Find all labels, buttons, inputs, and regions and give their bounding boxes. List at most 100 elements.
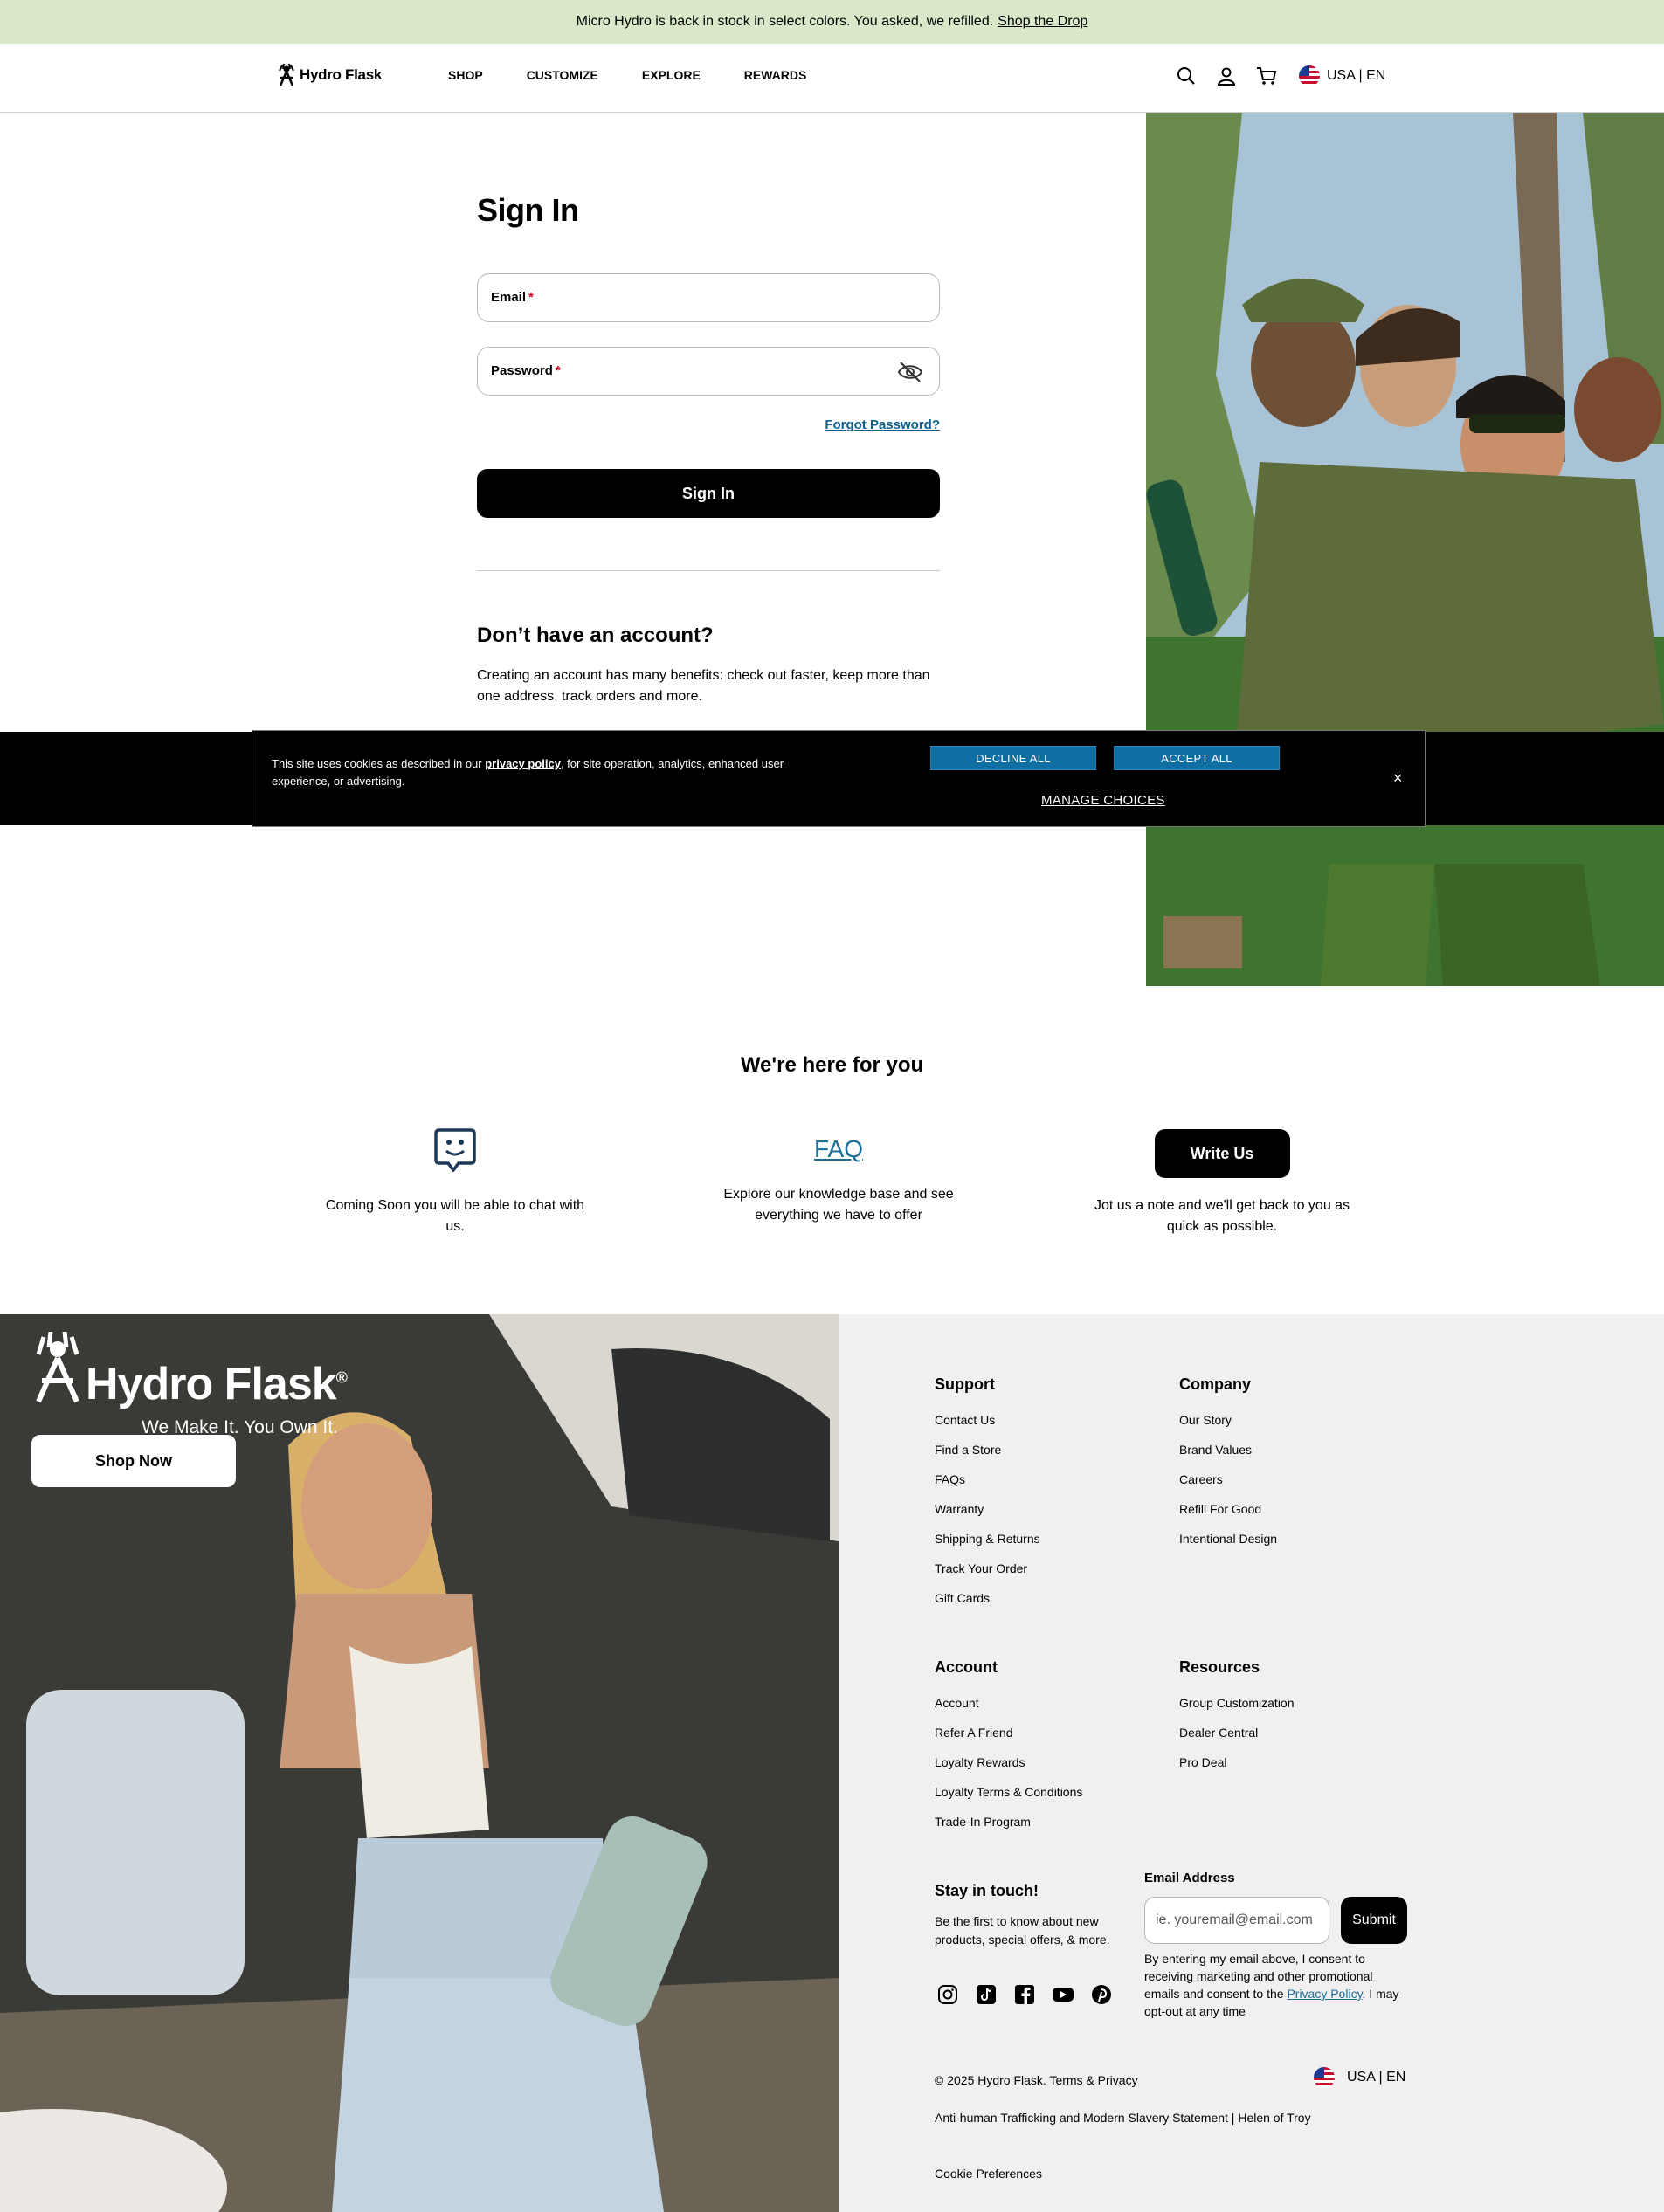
- cookie-text: This site uses cookies as described in o…: [272, 755, 796, 790]
- footer-link-pro-deal[interactable]: Pro Deal: [1179, 1755, 1295, 1785]
- stay-in-touch: Stay in touch! Be the first to know abou…: [935, 1882, 1136, 1949]
- tiktok-icon[interactable]: [975, 1983, 998, 2006]
- footer-link-careers[interactable]: Careers: [1179, 1472, 1277, 1502]
- footer-link-refer-friend[interactable]: Refer A Friend: [935, 1726, 1082, 1755]
- sign-in-form: Sign In Email * Password * Forgot Password…: [477, 192, 940, 704]
- account-column: Account Account Refer A Friend Loyalty R…: [935, 1658, 1082, 1844]
- privacy-policy-link[interactable]: privacy policy: [485, 757, 561, 770]
- company-heading: Company: [1179, 1375, 1252, 1393]
- company-column: Company Our Story Brand Values Careers R…: [1179, 1375, 1277, 1561]
- footer-link-find-store[interactable]: Find a Store: [935, 1443, 1040, 1472]
- privacy-policy-link[interactable]: Privacy Policy: [1287, 1987, 1362, 2001]
- us-flag-icon: [1314, 2067, 1335, 2088]
- write-us-column: Write Us Jot us a note and we'll get bac…: [1082, 1127, 1362, 1237]
- faq-link[interactable]: FAQ: [699, 1135, 978, 1165]
- brand-name: Hydro Flask: [300, 66, 383, 83]
- password-field[interactable]: Password *: [477, 347, 940, 396]
- stay-in-touch-heading: Stay in touch!: [935, 1882, 1039, 1899]
- faq-description: Explore our knowledge base and see every…: [723, 1187, 954, 1223]
- registered-mark: ®: [335, 1368, 348, 1387]
- cookie-preferences-link[interactable]: Cookie Preferences: [935, 2167, 1042, 2181]
- announcement-text: Micro Hydro is back in stock in select c…: [576, 14, 994, 29]
- hydro-flask-logo-icon: [36, 1332, 79, 1403]
- footer-link-warranty[interactable]: Warranty: [935, 1502, 1040, 1532]
- brand-logo[interactable]: Hydro Flask: [277, 60, 382, 90]
- legal-links[interactable]: Anti-human Trafficking and Modern Slaver…: [935, 2111, 1311, 2125]
- write-us-description: Jot us a note and we'll get back to you …: [1094, 1198, 1350, 1234]
- footer-locale-label: USA | EN: [1347, 2070, 1406, 2085]
- copyright[interactable]: © 2025 Hydro Flask. Terms & Privacy: [935, 2073, 1138, 2087]
- nav-rewards[interactable]: REWARDS: [744, 68, 807, 82]
- footer-link-loyalty-terms[interactable]: Loyalty Terms & Conditions: [935, 1785, 1082, 1815]
- footer-link-gift-cards[interactable]: Gift Cards: [935, 1591, 1040, 1621]
- close-icon[interactable]: ×: [1393, 769, 1403, 788]
- footer-link-our-story[interactable]: Our Story: [1179, 1413, 1277, 1443]
- us-flag-icon: [1299, 65, 1320, 86]
- footer-link-brand-values[interactable]: Brand Values: [1179, 1443, 1277, 1472]
- hero-photo: [1146, 113, 1664, 986]
- password-input[interactable]: [478, 348, 939, 395]
- email-input[interactable]: [478, 274, 939, 321]
- decline-all-button[interactable]: DECLINE ALL: [930, 746, 1096, 770]
- footer-link-shipping-returns[interactable]: Shipping & Returns: [935, 1532, 1040, 1561]
- footer-promo: Hydro Flask® We Make It. You Own It. Sho…: [0, 1314, 839, 2212]
- shop-the-drop-link[interactable]: Shop the Drop: [998, 14, 1087, 30]
- sign-in-button[interactable]: Sign In: [477, 469, 940, 518]
- cookie-banner: This site uses cookies as described in o…: [252, 730, 1426, 827]
- shop-now-button[interactable]: Shop Now: [31, 1435, 236, 1487]
- footer-locale-selector[interactable]: USA | EN: [1314, 2067, 1405, 2088]
- support-column: Support Contact Us Find a Store FAQs War…: [935, 1375, 1040, 1621]
- newsletter-email-input[interactable]: [1144, 1897, 1329, 1944]
- locale-label: USA | EN: [1327, 68, 1386, 83]
- footer-links: Support Contact Us Find a Store FAQs War…: [839, 1314, 1664, 2212]
- social-links: [936, 1983, 1113, 2006]
- announcement-bar: Micro Hydro is back in stock in select c…: [0, 0, 1664, 44]
- cookie-text-start: This site uses cookies as described in o…: [272, 757, 486, 770]
- footer-link-group-customization[interactable]: Group Customization: [1179, 1696, 1295, 1726]
- chat-description: Coming Soon you will be able to chat wit…: [325, 1198, 585, 1234]
- facebook-icon[interactable]: [1013, 1983, 1036, 2006]
- support-heading: Support: [935, 1375, 995, 1393]
- manage-choices-link[interactable]: MANAGE CHOICES: [1041, 793, 1165, 808]
- footer-link-faqs[interactable]: FAQs: [935, 1472, 1040, 1502]
- footer-brand-name: Hydro Flask®: [86, 1358, 348, 1410]
- footer-link-trade-in[interactable]: Trade-In Program: [935, 1815, 1082, 1844]
- account-icon[interactable]: [1215, 65, 1238, 87]
- account-heading: Account: [935, 1658, 998, 1676]
- footer-link-contact-us[interactable]: Contact Us: [935, 1413, 1040, 1443]
- instagram-icon[interactable]: [936, 1983, 959, 2006]
- youtube-icon[interactable]: [1052, 1983, 1074, 2006]
- chat-column: Coming Soon you will be able to chat wit…: [315, 1127, 595, 1237]
- header-actions: USA | EN: [1175, 65, 1385, 87]
- footer-link-account[interactable]: Account: [935, 1696, 1082, 1726]
- newsletter-consent: By entering my email above, I consent to…: [1144, 1950, 1406, 2020]
- no-account-description: Creating an account has many benefits: c…: [477, 668, 930, 704]
- main-nav: SHOP CUSTOMIZE EXPLORE REWARDS: [448, 68, 806, 82]
- footer-link-track-order[interactable]: Track Your Order: [935, 1561, 1040, 1591]
- hydro-flask-logo-icon: [279, 64, 294, 86]
- forgot-password-link[interactable]: Forgot Password?: [825, 417, 940, 432]
- newsletter-submit-button[interactable]: Submit: [1341, 1897, 1407, 1944]
- nav-explore[interactable]: EXPLORE: [642, 68, 701, 82]
- locale-selector[interactable]: USA | EN: [1299, 65, 1385, 86]
- chat-icon: [432, 1127, 478, 1173]
- stay-in-touch-description: Be the first to know about new products,…: [935, 1914, 1110, 1947]
- footer-link-dealer-central[interactable]: Dealer Central: [1179, 1726, 1295, 1755]
- cart-icon[interactable]: [1255, 65, 1278, 87]
- divider: [477, 570, 940, 571]
- footer-brand-text: Hydro Flask: [86, 1359, 337, 1409]
- show-password-eye-icon[interactable]: [897, 360, 923, 384]
- search-icon[interactable]: [1175, 65, 1198, 87]
- page-title: Sign In: [477, 192, 579, 228]
- nav-shop[interactable]: SHOP: [448, 68, 483, 82]
- email-field[interactable]: Email *: [477, 273, 940, 322]
- pinterest-icon[interactable]: [1090, 1983, 1113, 2006]
- nav-customize[interactable]: CUSTOMIZE: [527, 68, 598, 82]
- accept-all-button[interactable]: ACCEPT ALL: [1114, 746, 1280, 770]
- footer-link-intentional-design[interactable]: Intentional Design: [1179, 1532, 1277, 1561]
- site-header: Hydro Flask SHOP CUSTOMIZE EXPLORE REWAR…: [0, 44, 1664, 113]
- footer-link-loyalty-rewards[interactable]: Loyalty Rewards: [935, 1755, 1082, 1785]
- help-heading: We're here for you: [740, 1053, 924, 1077]
- footer-link-refill-for-good[interactable]: Refill For Good: [1179, 1502, 1277, 1532]
- write-us-button[interactable]: Write Us: [1154, 1129, 1290, 1178]
